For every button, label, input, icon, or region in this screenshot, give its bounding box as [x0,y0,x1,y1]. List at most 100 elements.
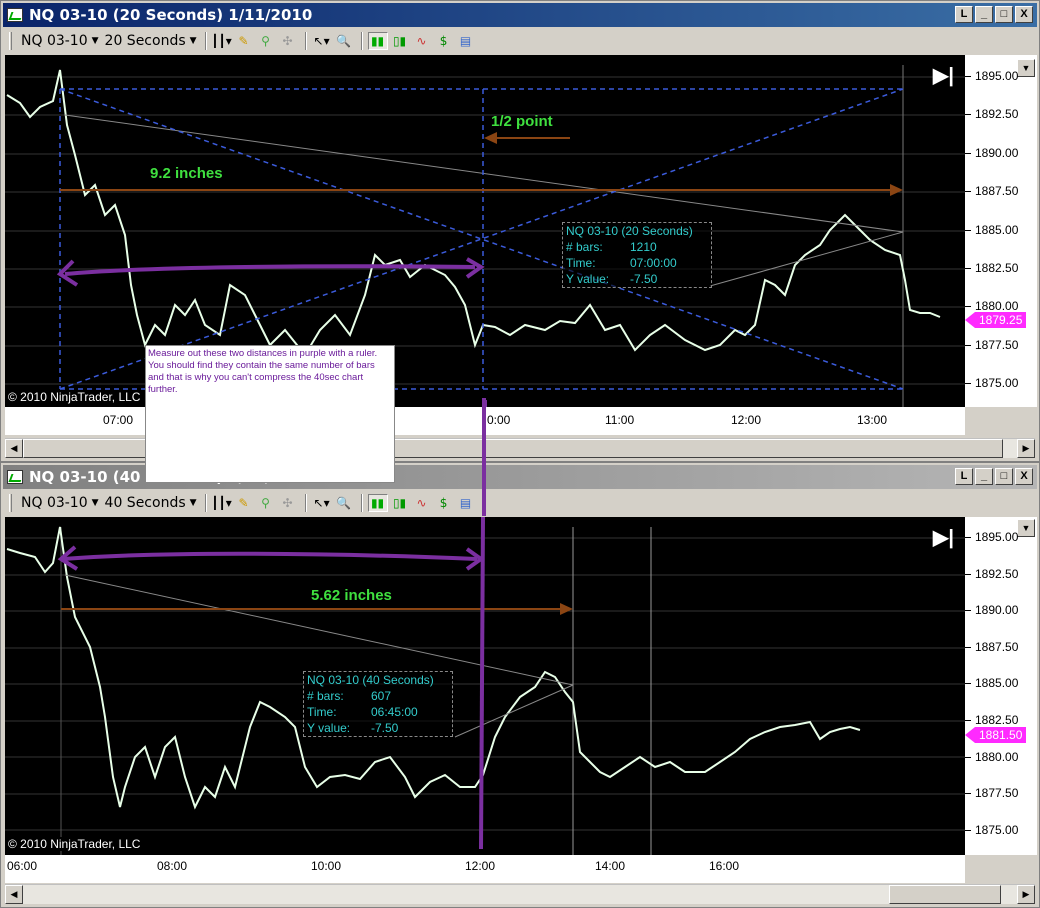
time-label: 0:00 [487,413,511,427]
instrument-selector[interactable]: NQ 03-10 ▼ [18,33,102,49]
annotation-width: 5.62 inches [311,587,392,604]
annotation-half-point: 1/2 point [491,113,553,130]
zoom-icon[interactable]: 🔍 [334,494,354,512]
note-box: Measure out these two distances in purpl… [145,345,395,483]
price-tick [965,383,971,385]
price-tick [965,573,971,575]
crosshair-icon[interactable]: ✣ [278,494,298,512]
candlestick-icon[interactable]: ▮▮ [367,32,388,50]
time-label: 12:00 [731,413,762,427]
chevron-down-icon[interactable]: ▼ [1017,59,1035,77]
pencil-icon[interactable]: ✎ [234,32,254,50]
close-button[interactable]: X [1015,6,1033,23]
chart-window-40s: NQ 03-10 (40 Seconds) 1/11/2010 L _ □ X … [0,462,1040,908]
maximize-button[interactable]: □ [995,6,1013,23]
chart-toolbar: NQ 03-10 ▼ 20 Seconds ▼ ┃┃▾ ✎ ⚲ ✣ ↖▾ 🔍 ▮▮ … [5,29,1035,53]
indicators-icon[interactable]: ▯▮ [390,494,410,512]
annotation-width: 9.2 inches [150,165,223,182]
price-label: 1885.00 [975,676,1019,691]
price-label: 1892.50 [975,566,1019,581]
scroll-right-button[interactable]: ▶ [1017,885,1035,904]
price-tick [965,756,971,758]
interval-selector[interactable]: 40 Seconds ▼ [102,495,200,511]
candlestick-icon[interactable]: ▮▮ [367,494,388,512]
price-label: 1880.00 [975,749,1019,764]
scroll-left-button[interactable]: ◀ [5,885,23,904]
scroll-to-end-icon[interactable]: ▶| [933,525,954,550]
price-label: 1895.00 [975,69,1019,83]
time-label: 13:00 [857,413,888,427]
pin-icon[interactable]: ⚲ [256,494,276,512]
scroll-right-button[interactable]: ▶ [1017,439,1035,458]
price-label: 1885.00 [975,222,1019,237]
price-label: 1892.50 [975,107,1019,122]
price-label: 1880.00 [975,299,1019,314]
properties-icon[interactable]: ▤ [456,494,476,512]
minimize-button[interactable]: _ [975,468,993,485]
price-tick [965,76,971,77]
strategy-icon[interactable]: $ [434,32,454,50]
window-title: NQ 03-10 (20 Seconds) 1/11/2010 [29,6,313,24]
price-tick [965,683,971,685]
time-label: 10:00 [311,859,342,873]
properties-icon[interactable]: ▤ [456,32,476,50]
price-tick [965,829,971,831]
link-button[interactable]: L [955,6,973,23]
strategy-icon[interactable]: $ [434,494,454,512]
last-price-tag: 1879.25 [965,312,1027,328]
chevron-down-icon: ▼ [91,498,99,508]
chart-app-icon [7,8,23,22]
scroll-left-button[interactable]: ◀ [5,439,23,458]
price-tick [965,114,971,116]
title-bar[interactable]: NQ 03-10 (20 Seconds) 1/11/2010 L _ □ X [3,3,1037,27]
cursor-icon[interactable]: ↖▾ [312,494,332,512]
pin-icon[interactable]: ⚲ [256,32,276,50]
chevron-down-icon: ▼ [189,498,197,508]
zoom-icon[interactable]: 🔍 [334,32,354,50]
line-chart-icon[interactable]: ∿ [412,494,432,512]
chart-drawing [5,517,965,855]
price-tick [965,537,971,538]
time-label: 08:00 [157,859,188,873]
copyright-label: © 2010 NinjaTrader, LLC [7,837,142,851]
price-tick [965,229,971,231]
crosshair-icon[interactable]: ✣ [278,32,298,50]
price-tick [965,793,971,795]
copyright-label: © 2010 NinjaTrader, LLC [7,390,142,404]
price-label: 1887.50 [975,639,1019,654]
price-label: 1890.00 [975,603,1019,618]
horizontal-scrollbar[interactable]: ◀ ▶ [5,884,1035,904]
price-label: 1882.50 [975,713,1019,727]
price-label: 1887.50 [975,184,1019,199]
price-label: 1890.00 [975,145,1019,160]
close-button[interactable]: X [1015,468,1033,485]
pencil-icon[interactable]: ✎ [234,494,254,512]
scroll-to-end-icon[interactable]: ▶| [933,63,954,88]
indicators-icon[interactable]: ▯▮ [390,32,410,50]
scroll-thumb[interactable] [889,885,1001,904]
chart-toolbar: NQ 03-10 ▼ 40 Seconds ▼ ┃┃▾ ✎ ⚲ ✣ ↖▾ 🔍 ▮▮ … [5,491,1035,515]
link-button[interactable]: L [955,468,973,485]
price-tick [965,610,971,612]
price-tick [965,268,971,269]
price-label: 1895.00 [975,530,1019,544]
price-tick [965,646,971,648]
measure-tooltip: NQ 03-10 (20 Seconds) # bars: 1210 Time: 0… [562,222,712,288]
time-label: 16:00 [709,859,740,873]
time-label: 11:00 [605,413,635,427]
bar-type-icon[interactable]: ┃┃▾ [211,494,231,512]
price-tick [965,720,971,721]
line-chart-icon[interactable]: ∿ [412,32,432,50]
minimize-button[interactable]: _ [975,6,993,23]
time-axis[interactable]: 06:00 08:00 10:00 12:00 14:00 16:00 [5,855,965,883]
time-label: 14:00 [595,859,626,873]
cursor-icon[interactable]: ↖▾ [312,32,332,50]
measure-tooltip: NQ 03-10 (40 Seconds) # bars: 607 Time: 06… [303,671,453,737]
instrument-selector[interactable]: NQ 03-10 ▼ [18,495,102,511]
maximize-button[interactable]: □ [995,468,1013,485]
time-label: 06:00 [7,859,38,873]
bar-type-icon[interactable]: ┃┃▾ [211,32,231,50]
price-chart-40s[interactable]: 5.62 inches NQ 03-10 (40 Seconds) # bars… [5,517,965,855]
interval-selector[interactable]: 20 Seconds ▼ [102,33,200,49]
chevron-down-icon[interactable]: ▼ [1017,519,1035,537]
